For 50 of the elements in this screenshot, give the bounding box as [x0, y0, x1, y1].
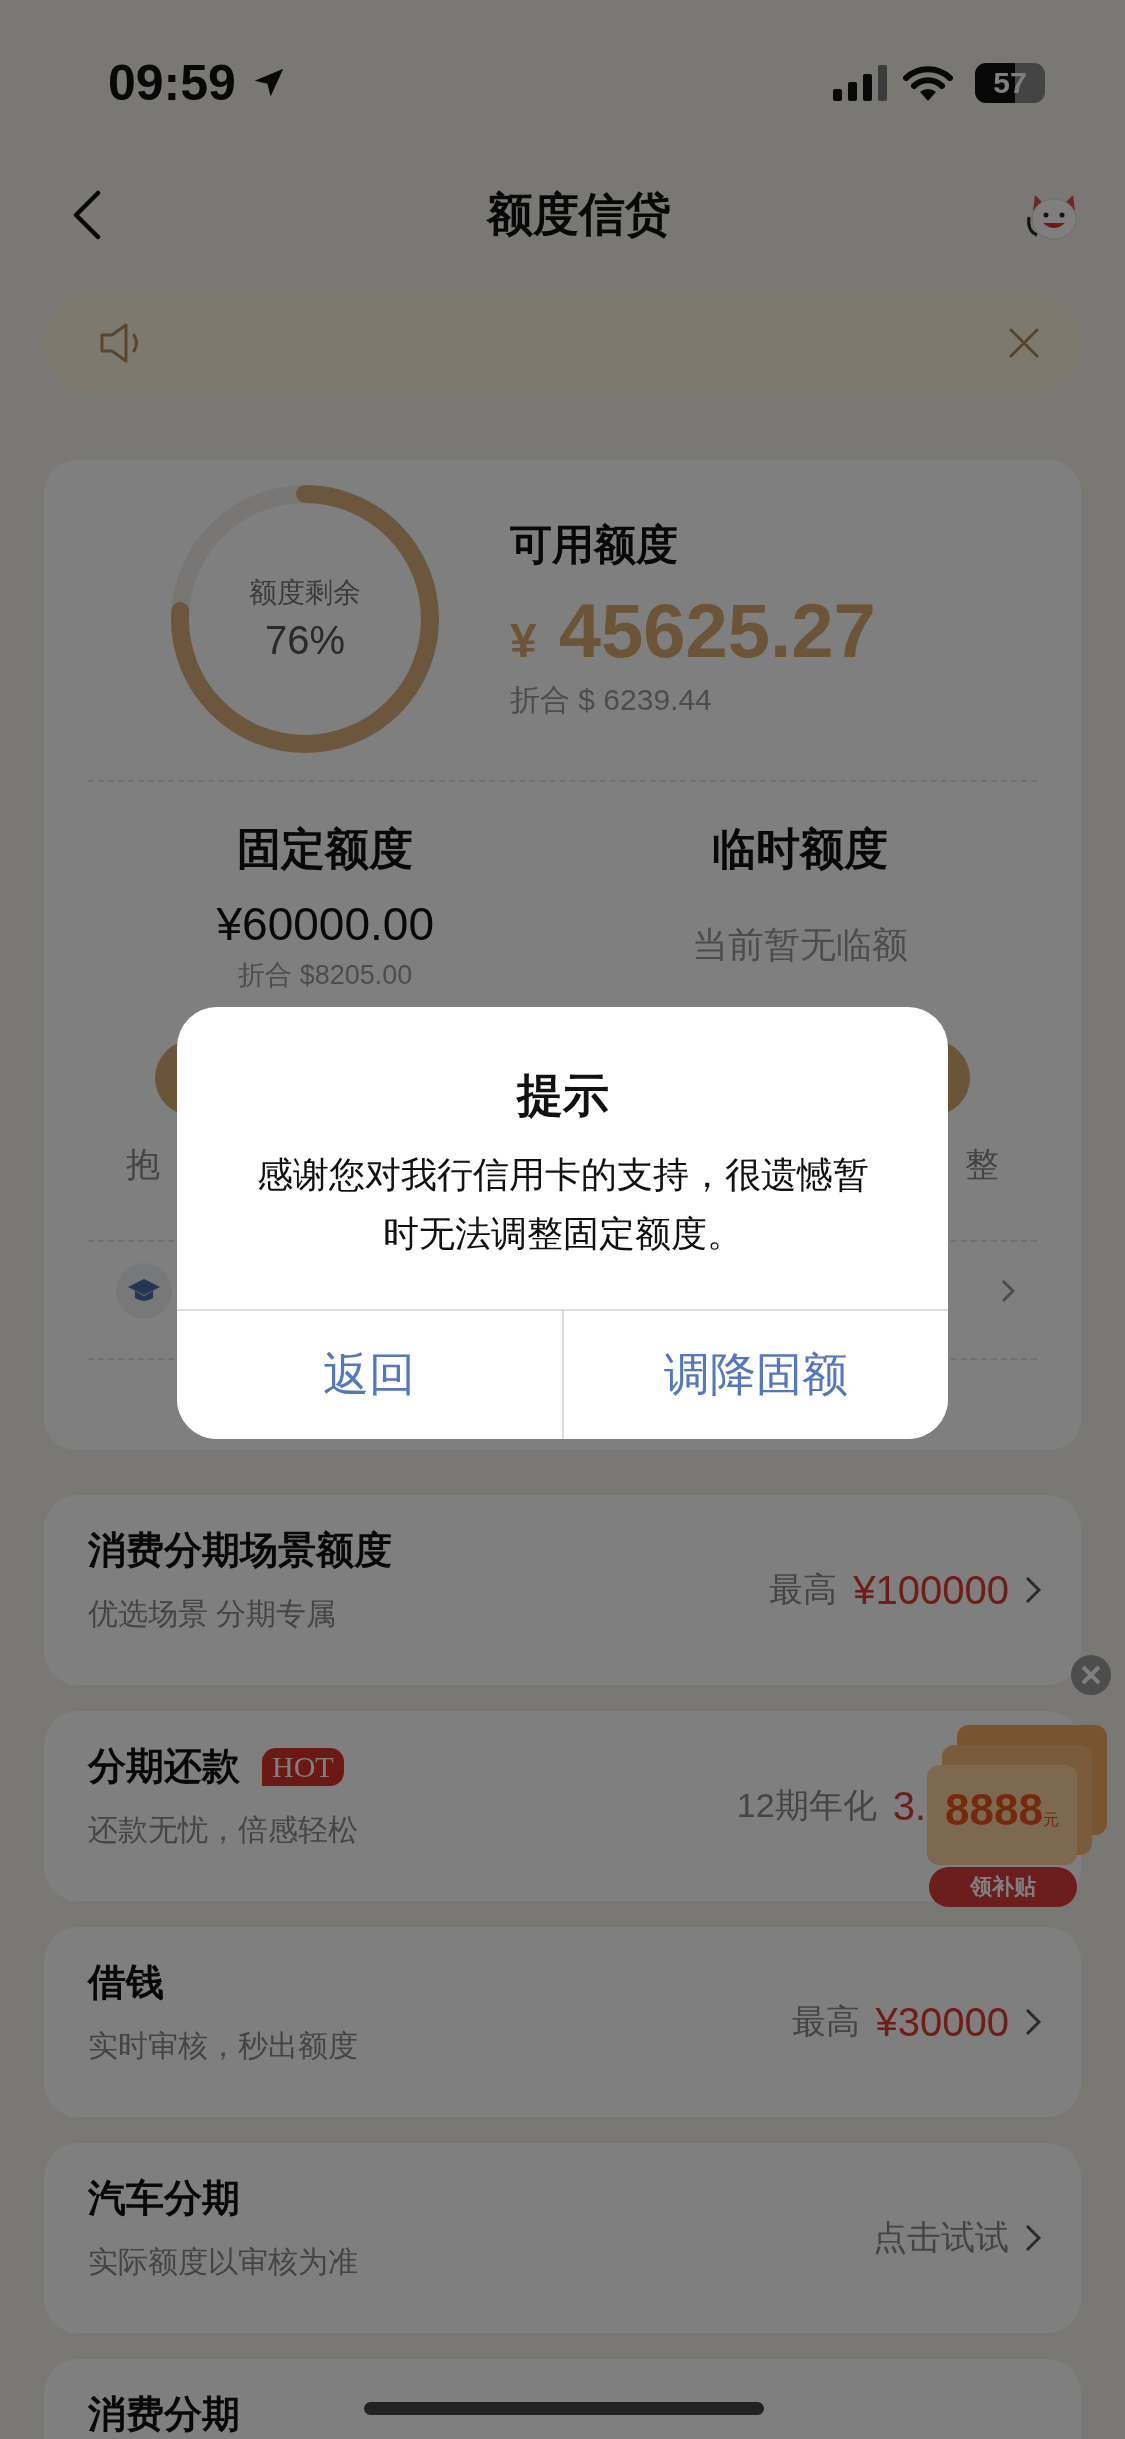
- product-value: ¥100000: [853, 1567, 1009, 1613]
- product-title: 借钱: [88, 1960, 164, 2005]
- product-card[interactable]: 汽车分期 实际额度以审核为准 点击试试: [44, 2143, 1081, 2333]
- note-text: 抱: [126, 1144, 160, 1185]
- product-card[interactable]: 借钱 实时审核，秒出额度 最高 ¥30000: [44, 1927, 1081, 2117]
- product-title: 汽车分期: [88, 2176, 240, 2221]
- product-label: 12期年化: [736, 1785, 877, 1826]
- close-button[interactable]: [1071, 1655, 1111, 1695]
- chevron-icon: [1025, 1576, 1041, 1604]
- chevron-icon: [1025, 2008, 1041, 2036]
- status-time: 09:59: [108, 53, 236, 112]
- product-title: 消费分期: [88, 2392, 240, 2437]
- chevron-icon: [1025, 2224, 1041, 2252]
- product-value: 3.: [892, 1783, 926, 1829]
- product-title: 分期还款: [88, 1744, 240, 1789]
- product-subtitle: 实际额度以审核为准: [88, 2244, 358, 2280]
- product-value: ¥30000: [875, 1999, 1009, 2045]
- product-subtitle: 实时审核，秒出额度: [88, 2028, 358, 2064]
- product-card[interactable]: 消费分期: [44, 2359, 1081, 2439]
- signal-icon: [833, 64, 889, 101]
- ring-label: 额度剩余: [249, 576, 361, 610]
- available-title: 可用额度: [510, 519, 679, 570]
- dialog-button[interactable]: 调降固额: [561, 1311, 948, 1439]
- ring-value: 76%: [264, 618, 346, 663]
- product-subtitle: 还款无忧，倍感轻松: [88, 1812, 358, 1848]
- close-icon: [1080, 1664, 1102, 1686]
- back-icon[interactable]: [72, 190, 102, 240]
- chevron-icon[interactable]: [1001, 1279, 1015, 1303]
- hot-badge: HOT: [262, 1747, 344, 1786]
- fixed-limit-amount: ¥60000.00: [216, 897, 434, 951]
- page-title: 额度信贷: [486, 187, 671, 242]
- fixed-limit-title: 固定额度: [237, 823, 414, 875]
- dialog-message: 感谢您对我行信用卡的支持，很遗憾暂时无法调整固定额度。: [255, 1153, 870, 1256]
- coupon-amount: 8888: [945, 1785, 1043, 1835]
- product-label: 点击试试: [873, 2217, 1009, 2258]
- battery-icon: 57: [975, 62, 1045, 103]
- close-icon[interactable]: [1007, 326, 1041, 360]
- product-label: 最高: [791, 2001, 860, 2042]
- product-label: 最高: [769, 1569, 838, 1610]
- temporary-limit-title: 临时额度: [711, 823, 888, 875]
- product-card[interactable]: 消费分期场景额度 优选场景 分期专属 最高 ¥100000: [44, 1495, 1081, 1685]
- coupon-unit: 元: [1042, 1810, 1059, 1830]
- product-subtitle: 优选场景 分期专属: [88, 1596, 338, 1632]
- currency-sign: ¥: [510, 612, 537, 668]
- wifi-icon: [903, 63, 953, 102]
- available-amount: 45625.27: [558, 586, 876, 674]
- product-title: 消费分期场景额度: [88, 1528, 392, 1573]
- dialog-title: 提示: [516, 1068, 609, 1123]
- claim-button[interactable]: 领补贴: [929, 1867, 1077, 1907]
- note-text: 整: [965, 1144, 999, 1185]
